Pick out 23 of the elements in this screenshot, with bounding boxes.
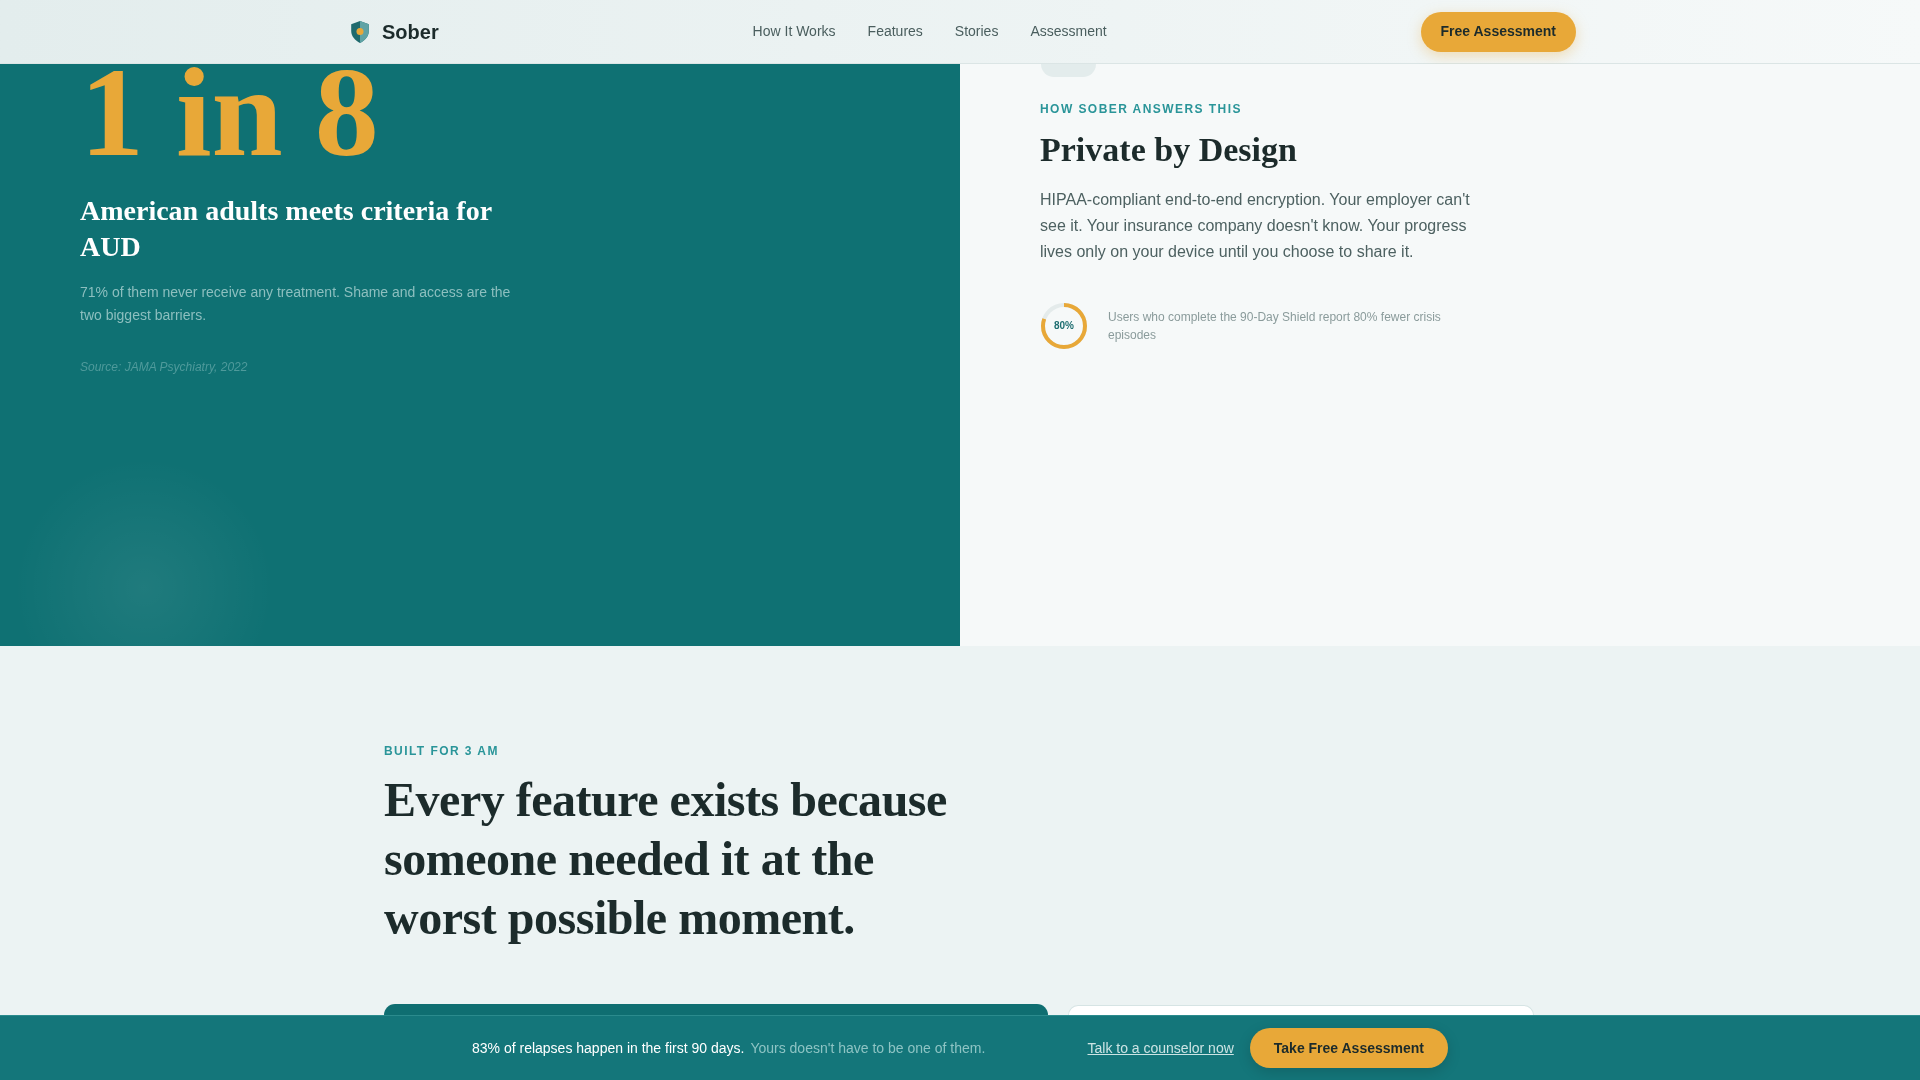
progress-ring — [1040, 302, 1088, 350]
nav-link[interactable]: Stories — [954, 21, 999, 42]
section-title: Private by Design — [1040, 130, 1297, 170]
take-assessment-button[interactable]: Take Free Assessment — [1249, 1028, 1448, 1068]
shield-logo-icon[interactable] — [350, 20, 370, 43]
section-eyebrow: BUILT FOR 3 AM — [384, 743, 499, 759]
source-note: Source: JAMA Psychiatry, 2022 — [80, 359, 248, 375]
nav-link[interactable]: Assessment — [1030, 21, 1107, 42]
progress-percentage: 80% — [1054, 320, 1074, 332]
nav-link[interactable]: How It Works — [752, 21, 836, 42]
features-headline: Every feature exists because someone needed it at the worst possible moment. — [384, 772, 948, 946]
reassurance-text: Yours doesn't have to be one of them. — [750, 1038, 986, 1058]
statistic-description: 71% of them never receive any treatment. Shame and access are the two biggest barriers. — [80, 283, 512, 325]
free-assessment-button[interactable]: Free Assessment — [1420, 11, 1576, 52]
section-description: HIPAA-compliant end-to-end encryption. Your employer can't see it. Your insurance company doesn't know. Your progress lives only on your device until you choose to share it. — [1040, 190, 1471, 262]
nav-link[interactable]: Features — [867, 21, 923, 42]
statistic-headline: American adults meets criteria for AUD — [80, 194, 493, 264]
statistic-figure: 1 in 8 — [80, 64, 379, 160]
counselor-link[interactable]: Talk to a counselor now — [1087, 1037, 1234, 1059]
metric-caption: Users who complete the 90-Day Shield report 80% fewer crisis episodes — [1108, 309, 1442, 344]
relapse-statistic-text: 83% of relapses happen in the first 90 days. — [472, 1038, 745, 1058]
section-eyebrow: HOW SOBER ANSWERS THIS — [1040, 101, 1242, 117]
brand-name: Sober — [382, 19, 439, 45]
